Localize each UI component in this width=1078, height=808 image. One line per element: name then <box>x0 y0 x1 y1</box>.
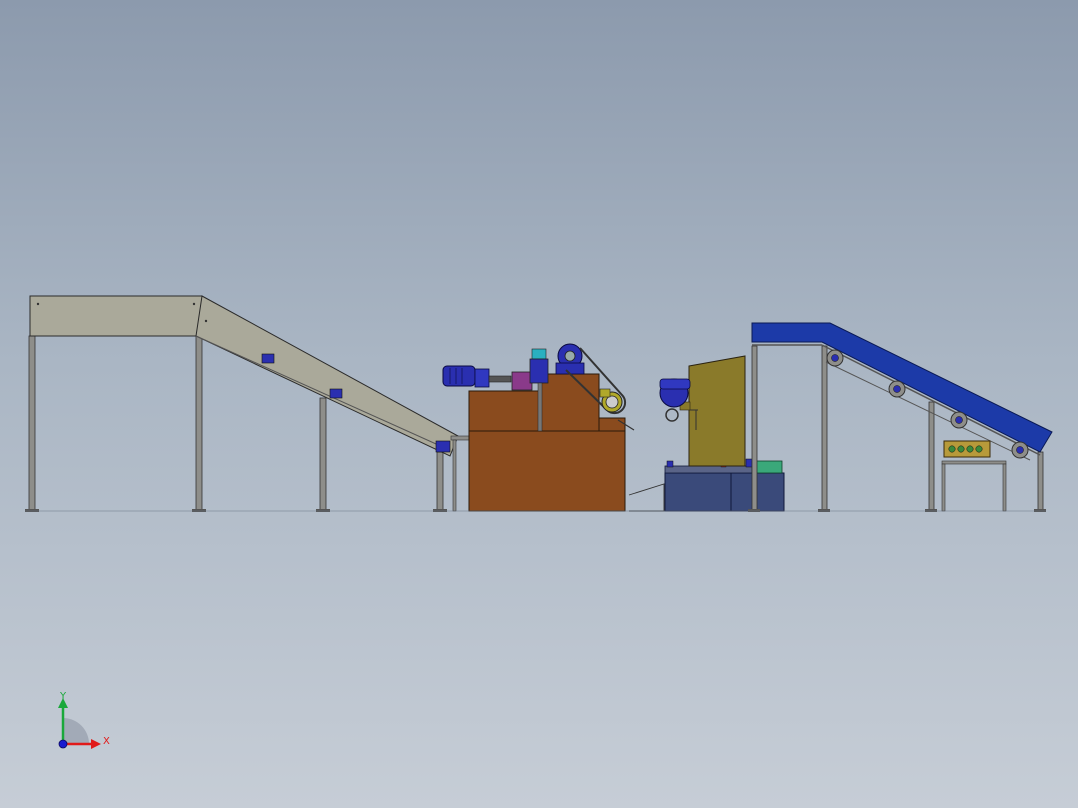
control-knob-icon <box>948 445 956 453</box>
cabinet-upper-left <box>468 390 540 432</box>
roller-hub-icon <box>1016 446 1024 454</box>
left-conveyor-flat-section <box>29 295 203 337</box>
model-viewport[interactable]: Y X <box>0 0 1078 808</box>
gear-housing-icon <box>555 362 585 375</box>
control-stand-top <box>941 460 1007 465</box>
transfer-support-top <box>450 435 470 441</box>
x-axis-label: X <box>103 736 110 747</box>
control-stand-leg <box>1002 463 1007 512</box>
cabinet-step <box>598 417 626 432</box>
right-conveyor-foot <box>925 509 937 512</box>
left-inclined-conveyor[interactable] <box>25 295 459 512</box>
left-conveyor-inclined-section <box>195 295 459 457</box>
drive-motor-icon <box>435 440 451 453</box>
right-conveyor-foot <box>818 509 830 512</box>
left-conveyor-leg <box>28 335 36 512</box>
vertical-shaft-icon <box>537 382 543 432</box>
left-conveyor-foot <box>25 509 39 512</box>
gear-hub-icon <box>564 350 576 362</box>
drive-shaft-icon <box>488 375 512 383</box>
transfer-support-leg <box>452 439 457 512</box>
right-belt-conveyor[interactable] <box>748 322 1053 512</box>
left-conveyor-leg <box>319 397 327 512</box>
cabinet-lower <box>468 430 626 512</box>
bearing-icon <box>329 388 343 399</box>
motor-cap-icon <box>659 378 691 390</box>
control-stand-leg <box>941 463 946 512</box>
main-motor-icon <box>442 365 476 387</box>
ramp-outline <box>628 483 665 512</box>
base-top-plate <box>664 465 754 474</box>
control-knob-icon <box>957 445 965 453</box>
bearing-icon <box>261 353 275 364</box>
left-conveyor-leg <box>436 451 444 512</box>
right-conveyor-leg <box>928 401 935 512</box>
left-conveyor-foot <box>192 509 206 512</box>
roller-hub-icon <box>831 354 839 362</box>
discharge-ramp[interactable] <box>628 483 665 512</box>
z-axis-origin-icon <box>58 739 68 749</box>
y-axis-label: Y <box>59 691 67 702</box>
coupling-icon <box>511 371 533 391</box>
roller-hub-icon <box>955 416 963 424</box>
right-conveyor-foot <box>748 509 760 512</box>
hopper-body <box>688 355 746 467</box>
right-conveyor-foot <box>1034 509 1046 512</box>
left-conveyor-leg <box>195 335 203 512</box>
right-conveyor-leg <box>1037 451 1044 512</box>
main-machine-cabinet[interactable] <box>442 343 635 512</box>
motor-flange-icon <box>474 368 490 388</box>
foot-bracket-icon <box>666 460 674 468</box>
transfer-support[interactable] <box>450 435 470 512</box>
x-axis-arrowhead-icon <box>91 739 101 749</box>
control-knob-icon <box>975 445 983 453</box>
bolt-icon <box>204 319 208 323</box>
gearbox-icon <box>529 358 549 384</box>
secondary-machine[interactable] <box>659 355 785 512</box>
bolt-icon <box>36 302 40 306</box>
sensor-icon <box>531 348 547 360</box>
control-knob-icon <box>966 445 974 453</box>
left-conveyor-foot <box>316 509 330 512</box>
tensioner-icon <box>599 388 611 398</box>
motor-pulley-icon <box>665 408 679 422</box>
right-conveyor-leg <box>821 345 828 512</box>
pulley-hub-icon <box>605 395 619 409</box>
assembly-scene[interactable]: Y X <box>0 0 1078 808</box>
left-conveyor-foot <box>433 509 447 512</box>
bolt-icon <box>192 302 196 306</box>
right-conveyor-leg <box>751 345 758 512</box>
machine-base <box>664 472 785 512</box>
triad-plane-icon <box>63 718 89 744</box>
roller-hub-icon <box>893 385 901 393</box>
coordinate-triad[interactable]: Y X <box>58 691 110 749</box>
